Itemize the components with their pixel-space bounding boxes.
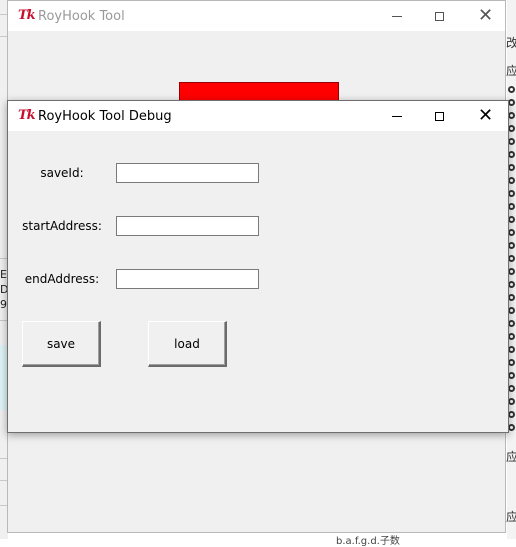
background-text: b.a.f.g.d.子数 xyxy=(336,536,400,547)
background-ring-icon xyxy=(508,190,515,197)
save-button[interactable]: save xyxy=(22,321,101,367)
background-text: 应 xyxy=(506,64,516,78)
background-ring-icon xyxy=(508,229,515,236)
background-ring-icon xyxy=(508,242,515,249)
minimize-button[interactable] xyxy=(374,1,419,31)
saveid-input[interactable] xyxy=(116,163,259,183)
background-text: E xyxy=(0,268,7,281)
maximize-icon xyxy=(435,111,444,121)
tk-logo-icon: Tk xyxy=(18,108,36,123)
background-ring-icon xyxy=(508,333,515,340)
endaddress-input[interactable] xyxy=(116,269,259,289)
startaddress-input[interactable] xyxy=(116,216,259,236)
background-highlight xyxy=(0,345,7,410)
background-ring-icon xyxy=(508,307,515,314)
background-text: 应 xyxy=(506,450,516,464)
startaddress-label: startAddress: xyxy=(22,219,102,233)
background-ring-icon xyxy=(508,424,515,431)
tk-logo-icon: Tk xyxy=(18,8,36,23)
background-ring-icon xyxy=(508,164,515,171)
close-icon: ✕ xyxy=(477,105,494,126)
background-ring-icon xyxy=(508,281,515,288)
debug-window: Tk RoyHook Tool Debug ✕ saveId: startAdd… xyxy=(7,100,509,433)
background-ring-icon xyxy=(508,177,515,184)
minimize-icon xyxy=(391,115,402,117)
background-ring-icon xyxy=(508,411,515,418)
window-title: RoyHook Tool Debug xyxy=(38,109,172,124)
minimize-button[interactable] xyxy=(374,101,419,131)
background-ring-icon xyxy=(508,99,515,106)
maximize-button[interactable] xyxy=(417,101,462,131)
background-ring-icon xyxy=(508,86,515,93)
background-ring-icon xyxy=(508,359,515,366)
load-button[interactable]: load xyxy=(148,321,227,367)
background-text: 9 xyxy=(0,298,7,311)
endaddress-label: endAddress: xyxy=(24,272,100,286)
background-ring-icon xyxy=(508,125,515,132)
background-ring-icon xyxy=(508,138,515,145)
background-ring-icon xyxy=(508,372,515,379)
minimize-icon xyxy=(391,15,402,17)
saveid-label: saveId: xyxy=(40,166,84,180)
background-ring-icon xyxy=(508,294,515,301)
maximize-button[interactable] xyxy=(417,1,462,31)
main-window-titlebar[interactable]: Tk RoyHook Tool ✕ xyxy=(8,1,505,31)
background-ring-icon xyxy=(508,320,515,327)
maximize-icon xyxy=(435,11,444,21)
background-ring-icon xyxy=(508,268,515,275)
close-icon: ✕ xyxy=(477,5,494,26)
close-button[interactable]: ✕ xyxy=(463,1,508,31)
background-ring-icon xyxy=(508,255,515,262)
background-ring-icon xyxy=(508,216,515,223)
background-ring-icon xyxy=(508,112,515,119)
background-text: 应 xyxy=(506,510,516,524)
background-ring-icon xyxy=(508,385,515,392)
background-ring-icon xyxy=(508,398,515,405)
close-button[interactable]: ✕ xyxy=(463,101,508,131)
background-ring-icon xyxy=(508,203,515,210)
background-ring-icon xyxy=(508,151,515,158)
debug-window-titlebar[interactable]: Tk RoyHook Tool Debug ✕ xyxy=(8,101,508,131)
background-ring-icon xyxy=(508,346,515,353)
background-text: 改 xyxy=(506,36,516,50)
window-title: RoyHook Tool xyxy=(38,9,125,24)
